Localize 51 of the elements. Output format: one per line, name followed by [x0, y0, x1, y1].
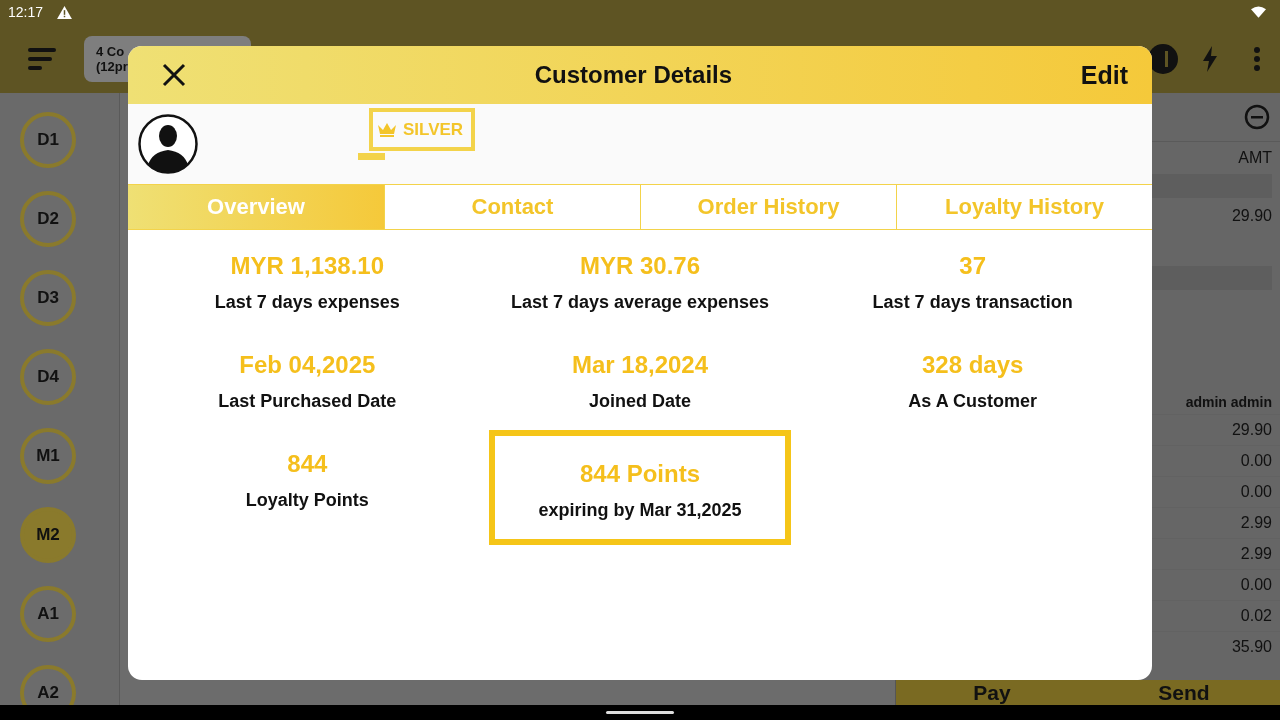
action-button[interactable]: Send	[1088, 680, 1280, 705]
stat-value: MYR 30.76	[579, 252, 700, 280]
amount-text: 0.00	[1240, 483, 1272, 501]
stat-value: Feb 04,2025	[239, 351, 376, 379]
table-button[interactable]: D3	[20, 270, 76, 326]
stat-value: Mar 18,2024	[571, 351, 709, 379]
close-icon[interactable]	[162, 63, 186, 87]
stat-label: Loyalty Points	[245, 490, 369, 511]
menu-icon[interactable]	[28, 47, 56, 70]
wifi-icon	[1251, 6, 1266, 18]
amount-text: 35.90	[1231, 638, 1272, 656]
amount-text: 2.99	[1240, 514, 1272, 532]
amount-text: 0.00	[1240, 452, 1272, 470]
stat-label: As A Customer	[908, 391, 1037, 412]
name-bar	[358, 153, 385, 160]
crown-icon	[377, 121, 397, 138]
table-button[interactable]: M1	[20, 428, 76, 484]
stat-label: Last 7 days expenses	[214, 292, 400, 313]
stat-label: expiring by Mar 31,2025	[538, 500, 742, 521]
stat-label: Joined Date	[588, 391, 691, 412]
dialog-title: Customer Details	[533, 61, 734, 89]
stat-value: 328 days	[921, 351, 1024, 379]
lightning-icon[interactable]	[1202, 45, 1218, 72]
table-button[interactable]: A2	[20, 665, 76, 705]
avatar-icon	[138, 114, 198, 174]
table-button[interactable]: M2	[20, 507, 76, 563]
stat-label: Last 7 days transaction	[872, 292, 1073, 313]
action-button[interactable]: Pay	[896, 680, 1088, 705]
stat-value: 844	[287, 450, 328, 478]
stat-value: 844 Points	[579, 460, 700, 488]
column-header: AMT	[1238, 149, 1272, 167]
table-button[interactable]: A1	[20, 586, 76, 642]
stat-value: MYR 1,138.10	[230, 252, 385, 280]
amount-text: 2.99	[1240, 545, 1272, 563]
more-icon[interactable]	[1254, 46, 1260, 71]
table-button[interactable]: D2	[20, 191, 76, 247]
amount-text: 0.00	[1240, 576, 1272, 594]
tier-label: SILVER	[403, 119, 464, 140]
table-button[interactable]: D4	[20, 349, 76, 405]
stat-value: 37	[959, 252, 986, 280]
remove-icon[interactable]	[1244, 104, 1270, 130]
table-button[interactable]: D1	[20, 112, 76, 168]
amount-text: 0.02	[1240, 607, 1272, 625]
status-time: 12:17	[8, 4, 44, 20]
amount-text: 29.90	[1231, 421, 1272, 439]
server-name: admin admin	[1185, 394, 1272, 410]
edit-button[interactable]: Edit	[1080, 60, 1128, 90]
stat-label: Last Purchased Date	[218, 391, 397, 412]
stat-label: Last 7 days average expenses	[510, 292, 770, 313]
amount-text: 29.90	[1231, 207, 1272, 225]
warning-icon	[57, 5, 73, 19]
